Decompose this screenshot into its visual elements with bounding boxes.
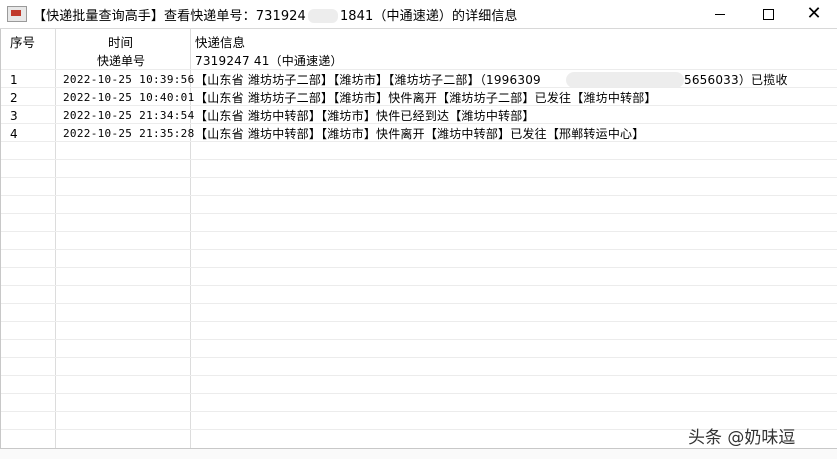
title-prefix: 【快递批量查询高手】查看快递单号：731924: [33, 8, 306, 24]
row-time: 2022-10-25 10:39:56: [63, 73, 195, 86]
row-divider: [1, 321, 837, 322]
header-info[interactable]: 快递信息: [195, 34, 245, 52]
row-info: 【山东省 潍坊中转部】【潍坊市】快件离开【潍坊中转部】已发往【邢郸转运中心】: [195, 127, 645, 141]
row-divider: [1, 159, 837, 160]
row-divider: [1, 357, 837, 358]
row-divider: [1, 213, 837, 214]
minimize-button[interactable]: [697, 0, 743, 28]
header-time[interactable]: 时间: [108, 34, 133, 52]
row-divider: [1, 195, 837, 196]
row-divider: [1, 231, 837, 232]
row-info: 【山东省 潍坊坊子二部】【潍坊市】【潍坊坊子二部】（1996309: [195, 73, 541, 87]
row-info-tail: 5656033）已揽收: [684, 73, 788, 87]
title-bar: 【快递批量查询高手】查看快递单号：731924 1841（中通速递）的详细信息 ✕: [0, 0, 837, 29]
row-seq: 3: [10, 109, 18, 123]
row-seq: 1: [10, 73, 18, 87]
tracking-number-value: 7319247 41（中通速递）: [195, 54, 343, 68]
title-redaction: [307, 9, 338, 23]
app-icon: [7, 6, 27, 22]
watermark: 头条 @奶味逗: [688, 428, 796, 448]
maximize-icon: [762, 8, 774, 20]
window-title: 【快递批量查询高手】查看快递单号：731924 1841（中通速递）的详细信息: [33, 5, 518, 24]
maximize-button[interactable]: [745, 0, 791, 28]
row-seq: 2: [10, 91, 18, 105]
row-divider: [1, 393, 837, 394]
minimize-icon: [715, 13, 725, 15]
row-divider: [1, 411, 837, 412]
row-info: 【山东省 潍坊坊子二部】【潍坊市】快件离开【潍坊坊子二部】已发往【潍坊中转部】: [195, 91, 657, 105]
row-seq: 4: [10, 127, 18, 141]
row-time: 2022-10-25 21:34:54: [63, 109, 195, 122]
row-divider: [1, 303, 837, 304]
row-time: 2022-10-25 21:35:28: [63, 127, 195, 140]
row-divider: [1, 339, 837, 340]
background-window-edge: [0, 448, 837, 459]
close-button[interactable]: ✕: [791, 0, 837, 28]
row-divider: [1, 375, 837, 376]
title-suffix: 1841（中通速递）的详细信息: [339, 8, 518, 24]
redaction-blur: [566, 72, 684, 88]
header-seq[interactable]: 序号: [10, 34, 35, 52]
row-time: 2022-10-25 10:40:01: [63, 91, 195, 104]
detail-table: 序号 时间 快递信息 快递单号 7319247 41（中通速递） 1 2022-…: [0, 29, 837, 458]
row-divider: [1, 249, 837, 250]
row-divider: [1, 177, 837, 178]
row-divider: [1, 285, 837, 286]
close-icon: ✕: [806, 3, 822, 24]
row-info: 【山东省 潍坊中转部】【潍坊市】快件已经到达【潍坊中转部】: [195, 109, 535, 123]
row-divider: [1, 267, 837, 268]
tracking-number-label: 快递单号: [97, 54, 146, 68]
